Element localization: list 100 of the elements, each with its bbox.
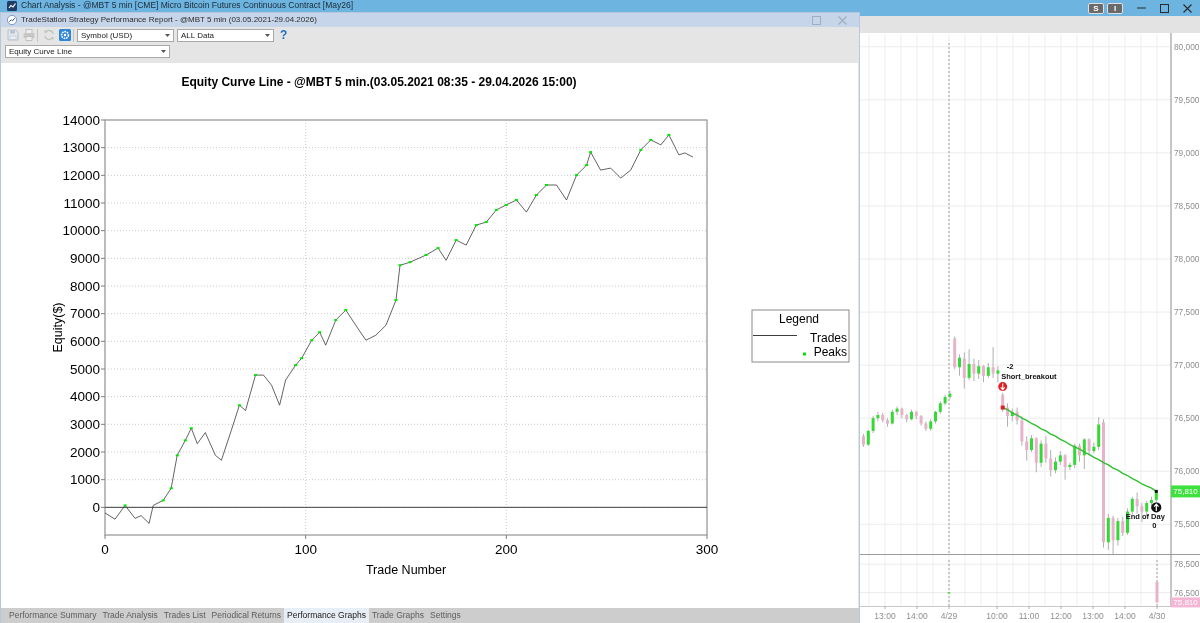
mode-button[interactable]: S xyxy=(1088,2,1104,14)
peak-marker xyxy=(454,239,458,242)
down-arrow-circle-icon xyxy=(998,382,1008,392)
peak-marker xyxy=(436,247,440,250)
peak-marker xyxy=(494,208,498,211)
axis-tick-label: 78,500 xyxy=(1174,559,1200,570)
window-title: TradeStation Strategy Performance Report - @MBT 5 min (03.05.2021-29.04.2026) xyxy=(21,15,317,25)
axis-tick-label: 79,000 xyxy=(1174,147,1200,158)
peak-marker xyxy=(575,174,579,177)
axis-tick-label: 11:00 xyxy=(1018,610,1040,621)
axis-tick-label: 5000 xyxy=(69,361,100,377)
peak-marker xyxy=(334,319,338,322)
legend-label: Peaks xyxy=(813,345,847,359)
tab[interactable]: Settings xyxy=(427,608,464,623)
peak-marker xyxy=(123,504,127,507)
tab[interactable]: Performance Summary xyxy=(6,608,100,623)
window-title: Chart Analysis - @MBT 5 min [CME] Micro Bitcoin Futures Continuous Contract [May26] xyxy=(21,0,354,11)
peak-marker xyxy=(189,427,193,430)
axis-tick-label: 6000 xyxy=(69,333,100,349)
tab[interactable]: Trades List xyxy=(160,608,209,623)
close-icon[interactable] xyxy=(1183,3,1192,13)
peak-marker xyxy=(300,357,304,360)
tab[interactable]: Performance Graphs xyxy=(284,608,369,623)
peak-marker xyxy=(344,309,348,312)
minimize-icon[interactable] xyxy=(1137,7,1146,9)
peak-marker xyxy=(294,364,298,367)
day-separator-line xyxy=(948,559,950,607)
peak-marker xyxy=(504,203,508,206)
axis-tick-label: 9000 xyxy=(69,250,100,266)
axis-tick-label: 13:00 xyxy=(874,610,896,621)
chart-logo-icon xyxy=(7,15,17,25)
dropdown[interactable]: Equity Curve Line xyxy=(5,45,170,58)
legend-line-icon xyxy=(753,335,797,336)
tab[interactable]: Periodical Returns xyxy=(208,608,284,623)
entry-point-icon xyxy=(1000,405,1005,410)
axis-tick-label: 14:00 xyxy=(906,610,928,621)
day-separator-line xyxy=(1156,559,1158,607)
peak-marker xyxy=(585,164,589,167)
peak-marker xyxy=(183,439,187,442)
gear-icon[interactable] xyxy=(59,29,71,41)
peak-marker xyxy=(649,138,653,141)
app-logo-icon xyxy=(7,1,17,11)
axis-tick-label: 14000 xyxy=(62,112,100,128)
candle xyxy=(947,591,951,594)
axis-tick-label: 7000 xyxy=(69,306,100,322)
peak-marker xyxy=(544,184,548,186)
axis-tick-label: 4/30 xyxy=(1148,610,1166,621)
axis-tick-label: 76,500 xyxy=(1174,587,1200,598)
axis-tick-label: 14:00 xyxy=(1114,610,1136,621)
axis-tick-label: 0 xyxy=(101,541,109,557)
axis-tick-label: 2000 xyxy=(69,444,100,460)
axis-tick-label: 13000 xyxy=(62,140,100,156)
peak-marker xyxy=(254,374,257,377)
legend-marker-icon xyxy=(803,352,806,356)
axis-title: Equity($) xyxy=(51,302,65,353)
axis-title: Trade Number xyxy=(365,563,447,577)
peak-marker xyxy=(310,339,314,342)
peak-marker xyxy=(514,198,518,201)
dropdown[interactable]: ALL Data xyxy=(177,28,274,42)
peak-marker xyxy=(639,148,643,151)
peak-marker xyxy=(589,151,593,154)
caret-icon xyxy=(161,50,166,53)
peak-marker xyxy=(484,221,488,224)
axis-tick-label: 80,000 xyxy=(1174,41,1200,52)
axis-tick-label: 76,500 xyxy=(1174,413,1200,424)
mode-button[interactable]: I xyxy=(1107,2,1123,14)
peak-marker xyxy=(424,254,428,256)
axis-tick-label: 4000 xyxy=(69,389,100,405)
peak-marker xyxy=(237,404,241,407)
axis-tick-label: 12000 xyxy=(62,167,100,183)
price-badge: 75,810 xyxy=(1171,597,1200,608)
price-badge: 75,810 xyxy=(1171,485,1200,498)
axis-tick-label: 10000 xyxy=(62,223,100,239)
axis-tick-label: 75,500 xyxy=(1174,519,1200,530)
axis-tick-label: 13:00 xyxy=(1082,610,1104,621)
axis-tick-label: 4/29 xyxy=(940,610,958,621)
candle xyxy=(1155,581,1159,603)
axis-tick-label: 78,500 xyxy=(1174,200,1200,211)
maximize-icon[interactable] xyxy=(1160,3,1169,13)
axis-tick-label: 12:00 xyxy=(1050,610,1072,621)
peak-marker xyxy=(474,224,478,227)
up-arrow-circle-icon xyxy=(1151,502,1162,513)
axis-tick-label: 76,000 xyxy=(1174,466,1200,477)
peak-marker xyxy=(534,194,538,196)
axis-tick-label: 79,500 xyxy=(1174,94,1200,105)
exit-point-icon xyxy=(1154,489,1158,493)
help-button[interactable]: ? xyxy=(277,28,291,42)
dropdown[interactable]: Symbol (USD) xyxy=(77,28,174,42)
legend-title: Legend xyxy=(779,312,819,326)
peak-marker xyxy=(169,487,173,490)
axis-tick-label: 10:00 xyxy=(986,610,1008,621)
chart-title: Equity Curve Line - @MBT 5 min.(03.05.2021 08:35 - 29.04.2026 15:00) xyxy=(181,75,577,91)
tab[interactable]: Trade Analysis xyxy=(99,608,161,623)
peak-marker xyxy=(318,331,322,334)
peak-marker xyxy=(398,264,402,267)
axis-tick-label: 77,000 xyxy=(1174,360,1200,371)
axis-tick-label: 3000 xyxy=(69,416,100,432)
tab[interactable]: Trade Graphs xyxy=(368,608,428,623)
axis-tick-label: 78,000 xyxy=(1174,254,1200,264)
axis-tick-label: 300 xyxy=(695,541,719,557)
